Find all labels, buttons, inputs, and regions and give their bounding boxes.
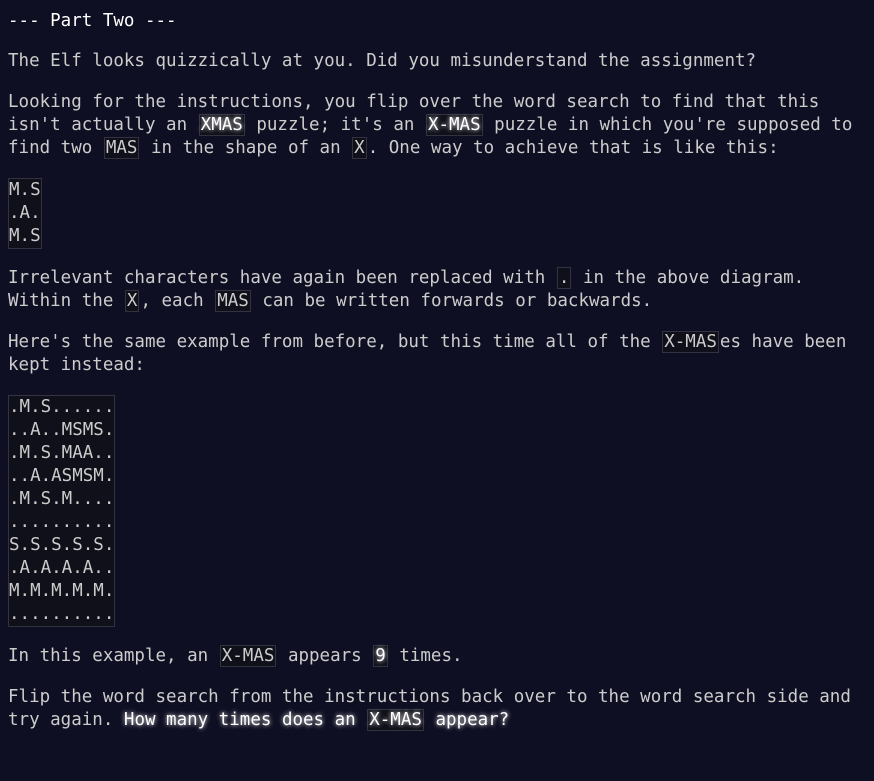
instructions-paragraph: Looking for the instructions, you flip o… bbox=[8, 91, 866, 160]
code-mas: MAS bbox=[103, 137, 140, 159]
question-emphasis: appear? bbox=[424, 710, 510, 730]
puzzle-article: --- Part Two --- The Elf looks quizzical… bbox=[0, 0, 874, 732]
diagram-line: S.S.S.S.S. bbox=[9, 535, 115, 555]
text: in the shape of an bbox=[140, 138, 352, 158]
diagram-large-wrap: .M.S...... ..A..MSMS. .M.S.MAA.. ..A.ASMSM.… bbox=[8, 395, 866, 627]
code-x-mas: X-MAS bbox=[425, 114, 483, 136]
code-mas: MAS bbox=[215, 290, 251, 312]
diagram-line: ..A.ASMSM. bbox=[9, 466, 115, 486]
diagram-line: .M.S.MAA.. bbox=[9, 443, 115, 463]
text: , each bbox=[140, 291, 215, 311]
diagram-line: M.S bbox=[9, 226, 41, 246]
text: can be written forwards or backwards. bbox=[251, 291, 653, 311]
irrelevant-paragraph: Irrelevant characters have again been re… bbox=[8, 267, 866, 313]
diagram-line: M.S bbox=[9, 180, 41, 200]
text: Here's the same example from before, but… bbox=[8, 332, 662, 352]
code-x: X bbox=[352, 137, 367, 159]
intro-paragraph: The Elf looks quizzically at you. Did yo… bbox=[8, 51, 757, 71]
diagram-line: .A.A.A.A.. bbox=[9, 558, 115, 578]
text: times. bbox=[388, 646, 463, 666]
text: puzzle; it's an bbox=[245, 115, 425, 135]
code-x-mas: X-MAS bbox=[367, 709, 424, 731]
diagram-large: .M.S...... ..A..MSMS. .M.S.MAA.. ..A.ASMSM.… bbox=[8, 395, 116, 627]
code-dot: . bbox=[556, 267, 572, 289]
diagram-line: ..A..MSMS. bbox=[9, 420, 115, 440]
part-two-heading: --- Part Two --- bbox=[8, 11, 177, 31]
text: Irrelevant characters have again been re… bbox=[8, 268, 556, 288]
diagram-line: .A. bbox=[9, 203, 41, 223]
diagram-line: .......... bbox=[9, 512, 115, 532]
code-x-mas: X-MAS bbox=[219, 645, 277, 667]
diagram-line: .M.S...... bbox=[9, 397, 115, 417]
diagram-line: M.M.M.M.M. bbox=[9, 581, 115, 601]
count-paragraph: In this example, an X-MAS appears 9 time… bbox=[8, 645, 866, 668]
code-x-mas: X-MAS bbox=[662, 331, 719, 353]
example-paragraph: Here's the same example from before, but… bbox=[8, 331, 866, 377]
question-paragraph: Flip the word search from the instructio… bbox=[8, 686, 866, 732]
code-x: X bbox=[124, 290, 140, 312]
code-count: 9 bbox=[373, 645, 388, 667]
diagram-line: .M.S.M.... bbox=[9, 489, 115, 509]
code-xmas: XMAS bbox=[198, 114, 245, 136]
diagram-small-wrap: M.S .A. M.S bbox=[8, 178, 866, 249]
question-emphasis: How many times does an bbox=[123, 710, 367, 730]
text: . One way to achieve that is like this: bbox=[367, 138, 779, 158]
diagram-small: M.S .A. M.S bbox=[8, 178, 42, 249]
diagram-line: .......... bbox=[9, 604, 115, 624]
text: appears bbox=[277, 646, 373, 666]
text: In this example, an bbox=[8, 646, 219, 666]
